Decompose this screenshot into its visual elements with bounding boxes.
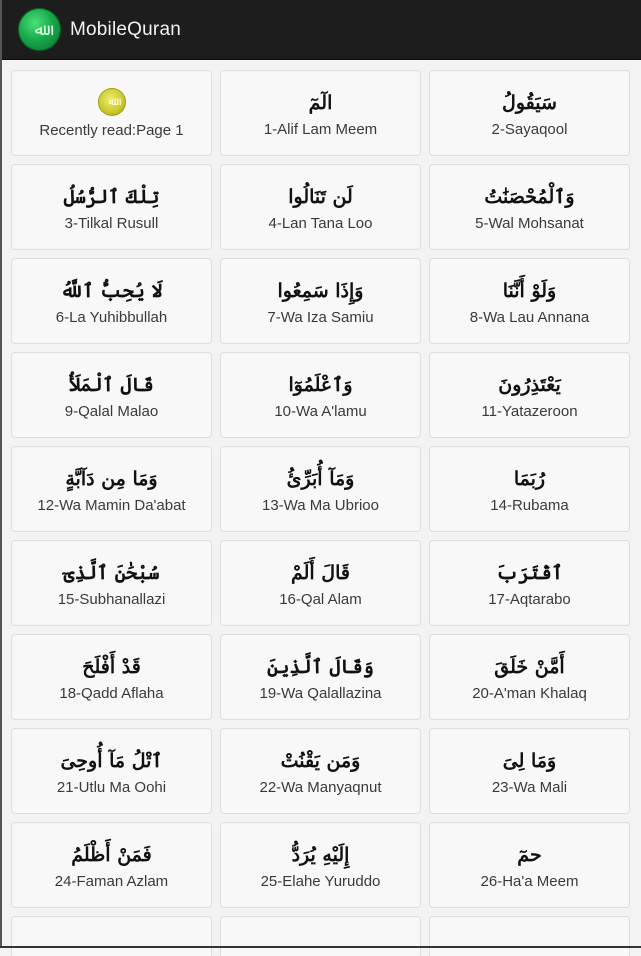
para-tile[interactable]: تِلْكَ ٱلرُّسُلُ 3-Tilkal Rusull [11,164,212,250]
para-arabic-title: سُبْحَٰنَ ٱلَّذِىٓ [63,561,160,584]
para-tile[interactable]: حمٓ 26-Ha'a Meem [429,822,630,908]
para-tile[interactable]: وَٱعْلَمُوٓا 10-Wa A'lamu [220,352,421,438]
para-arabic-title: رُبَمَا [513,467,546,490]
para-tile[interactable]: إِلَيْهِ يُرَدُّ 25-Elahe Yuruddo [220,822,421,908]
para-tile[interactable]: يَعْتَذِرُونَ 11-Yatazeroon [429,352,630,438]
para-arabic-title: ٱتْلُ مَآ أُوحِىَ [60,749,163,772]
para-label: 7-Wa Iza Samiu [267,308,374,326]
para-label: 4-Lan Tana Loo [268,214,373,232]
para-tile[interactable]: وَٱلْمُحْصَنَٰتُ 5-Wal Mohsanat [429,164,630,250]
recently-read-label: Recently read:Page 1 [39,121,184,139]
para-label: 3-Tilkal Rusull [64,214,159,232]
para-arabic-title: سَيَقُولُ [502,91,557,114]
para-label: 10-Wa A'lamu [274,402,367,420]
para-label: 22-Wa Manyaqnut [259,778,382,796]
para-label: 23-Wa Mali [491,778,568,796]
para-arabic-title: يَعْتَذِرُونَ [498,373,561,396]
para-tile-partial[interactable] [220,916,421,956]
para-label: 21-Utlu Ma Oohi [56,778,167,796]
para-arabic-title: وَمَا مِن دَآبَّةٍ [65,467,158,490]
para-tile[interactable]: لَا يُحِبُّ ٱللَّهُ 6-La Yuhibbullah [11,258,212,344]
para-tile-partial[interactable] [429,916,630,956]
para-arabic-title: ٱقْتَرَبَ [496,561,563,584]
para-arabic-title: أَمَّنْ خَلَقَ [494,655,565,678]
para-arabic-title: قَالَ أَلَمْ [290,561,350,584]
para-tile[interactable]: قَالَ أَلَمْ 16-Qal Alam [220,540,421,626]
para-tile[interactable]: رُبَمَا 14-Rubama [429,446,630,532]
para-label: 15-Subhanallazi [57,590,166,608]
window-frame-left [0,0,2,948]
para-tile[interactable]: وَقَالَ ٱلَّذِينَ 19-Wa Qalallazina [220,634,421,720]
para-arabic-title: وَٱعْلَمُوٓا [288,373,353,396]
para-label: 19-Wa Qalallazina [259,684,382,702]
para-tile[interactable]: الٓمٓ 1-Alif Lam Meem [220,70,421,156]
action-bar: ﷲ MobileQuran [0,0,641,60]
para-arabic-title: تِلْكَ ٱلرُّسُلُ [63,185,160,208]
para-label: 11-Yatazeroon [481,402,578,420]
para-label: 14-Rubama [490,496,569,514]
para-arabic-title: لَا يُحِبُّ ٱللَّهُ [60,279,163,302]
para-label: 26-Ha'a Meem [480,872,579,890]
para-label: 20-A'man Khalaq [472,684,587,702]
para-tile[interactable]: أَمَّنْ خَلَقَ 20-A'man Khalaq [429,634,630,720]
para-tile[interactable]: ٱقْتَرَبَ 17-Aqtarabo [429,540,630,626]
para-tile-partial[interactable] [11,916,212,956]
quran-gold-icon: ﷲ [97,87,126,116]
quran-logo-icon[interactable]: ﷲ [18,8,61,51]
para-arabic-title: وَلَوْ أَنَّنَا [502,279,557,302]
para-tile[interactable]: فَمَنْ أَظْلَمُ 24-Faman Azlam [11,822,212,908]
para-tile[interactable]: وَمَآ أُبَرِّئُ 13-Wa Ma Ubrioo [220,446,421,532]
para-arabic-title: فَمَنْ أَظْلَمُ [71,843,152,866]
para-label: 17-Aqtarabo [488,590,571,608]
para-label: 18-Qadd Aflaha [59,684,164,702]
para-arabic-title: إِلَيْهِ يُرَدُّ [291,843,350,866]
para-arabic-title: وَمَن يَقْنُتْ [280,749,361,772]
para-label: 9-Qalal Malao [64,402,159,420]
para-arabic-title: وَٱلْمُحْصَنَٰتُ [484,185,575,208]
para-arabic-title: وَإِذَا سَمِعُوا [277,279,364,302]
app-title: MobileQuran [70,18,181,40]
para-tile[interactable]: وَمَن يَقْنُتْ 22-Wa Manyaqnut [220,728,421,814]
para-label: 12-Wa Mamin Da'abat [37,496,186,514]
para-arabic-title: وَمَآ أُبَرِّئُ [286,467,355,490]
para-label: 2-Sayaqool [491,120,568,138]
para-arabic-title: الٓمٓ [308,91,333,114]
para-tile[interactable]: قَدْ أَفْلَحَ 18-Qadd Aflaha [11,634,212,720]
para-arabic-title: قَدْ أَفْلَحَ [82,655,141,678]
para-grid: ﷲ Recently read:Page 1 الٓمٓ 1-Alif Lam M… [11,70,630,956]
para-tile[interactable]: سُبْحَٰنَ ٱلَّذِىٓ 15-Subhanallazi [11,540,212,626]
para-label: 1-Alif Lam Meem [263,120,378,138]
para-label: 5-Wal Mohsanat [475,214,584,232]
para-label: 24-Faman Azlam [54,872,169,890]
para-label: 6-La Yuhibbullah [55,308,168,326]
para-label: 25-Elahe Yuruddo [260,872,381,890]
para-tile[interactable]: وَإِذَا سَمِعُوا 7-Wa Iza Samiu [220,258,421,344]
para-tile[interactable]: لَن تَنَالُوا 4-Lan Tana Loo [220,164,421,250]
para-arabic-title: حمٓ [517,843,542,866]
para-arabic-title: لَن تَنَالُوا [288,185,353,208]
para-arabic-title: وَمَا لِىَ [502,749,557,772]
para-tile[interactable]: ٱتْلُ مَآ أُوحِىَ 21-Utlu Ma Oohi [11,728,212,814]
para-tile[interactable]: وَلَوْ أَنَّنَا 8-Wa Lau Annana [429,258,630,344]
para-label: 16-Qal Alam [279,590,362,608]
para-arabic-title: قَالَ ٱلْمَلَأُ [69,373,154,396]
recently-read-tile[interactable]: ﷲ Recently read:Page 1 [11,70,212,156]
para-tile[interactable]: وَمَا لِىَ 23-Wa Mali [429,728,630,814]
para-label: 13-Wa Ma Ubrioo [262,496,379,514]
para-tile[interactable]: سَيَقُولُ 2-Sayaqool [429,70,630,156]
para-arabic-title: وَقَالَ ٱلَّذِينَ [267,655,374,678]
para-tile[interactable]: وَمَا مِن دَآبَّةٍ 12-Wa Mamin Da'abat [11,446,212,532]
para-tile[interactable]: قَالَ ٱلْمَلَأُ 9-Qalal Malao [11,352,212,438]
para-label: 8-Wa Lau Annana [469,308,590,326]
